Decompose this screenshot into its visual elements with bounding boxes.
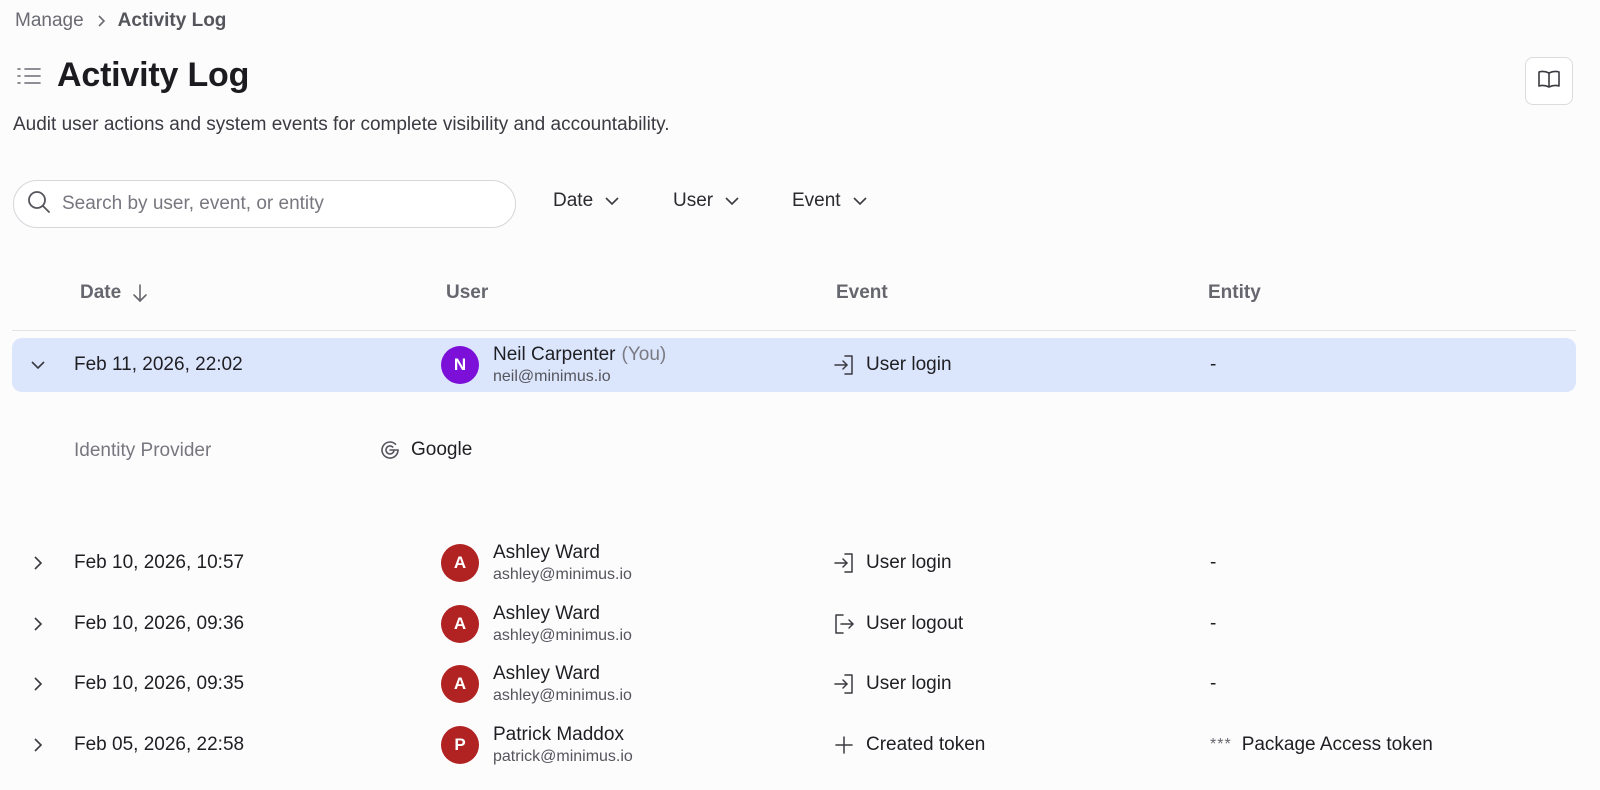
- table-row[interactable]: Feb 10, 2026, 09:35 A Ashley Ward ashley…: [12, 657, 1576, 711]
- breadcrumb: Manage Activity Log: [15, 10, 226, 32]
- row-date: Feb 10, 2026, 09:36: [74, 613, 245, 634]
- chevron-right-icon[interactable]: [27, 657, 49, 711]
- event-filter-label: Event: [792, 190, 841, 211]
- column-header-user: User: [446, 282, 489, 303]
- user-name: Ashley Ward: [493, 603, 600, 624]
- column-header-entity: Entity: [1208, 282, 1261, 303]
- row-date: Feb 11, 2026, 22:02: [74, 354, 243, 375]
- date-filter-dropdown[interactable]: Date: [553, 190, 621, 212]
- user-name: Ashley Ward: [493, 663, 600, 684]
- column-header-date-label: Date: [80, 282, 122, 303]
- row-entity: -: [1210, 673, 1217, 694]
- row-entity: *** Package Access token: [1210, 718, 1433, 772]
- avatar: A: [441, 665, 479, 703]
- chevron-right-icon: [94, 14, 108, 28]
- row-user: A Ashley Ward ashley@minimus.io: [441, 657, 632, 711]
- row-entity: -: [1210, 613, 1217, 634]
- user-name: Neil Carpenter: [493, 344, 616, 365]
- documentation-button[interactable]: [1525, 57, 1573, 105]
- row-event: User login: [832, 338, 952, 392]
- token-mask: ***: [1210, 736, 1232, 753]
- detail-value-identity-provider: Google: [378, 438, 472, 462]
- page-subtitle: Audit user actions and system events for…: [13, 114, 670, 135]
- row-event: User login: [832, 536, 952, 590]
- user-filter-dropdown[interactable]: User: [673, 190, 741, 212]
- chevron-right-icon[interactable]: [27, 597, 49, 651]
- event-label: User logout: [866, 613, 964, 634]
- row-user: A Ashley Ward ashley@minimus.io: [441, 536, 632, 590]
- page-header: Activity Log: [15, 56, 249, 95]
- date-filter-label: Date: [553, 190, 594, 211]
- table-row[interactable]: Feb 10, 2026, 10:57 A Ashley Ward ashley…: [12, 536, 1576, 590]
- chevron-down-icon: [603, 192, 621, 210]
- user-email: ashley@minimus.io: [493, 687, 632, 704]
- entity-label: Package Access token: [1241, 734, 1433, 755]
- event-label: User login: [866, 552, 952, 573]
- avatar: A: [441, 605, 479, 643]
- search-input[interactable]: [60, 192, 484, 216]
- arrow-down-icon: [131, 283, 149, 303]
- table-row[interactable]: Feb 10, 2026, 09:36 A Ashley Ward ashley…: [12, 597, 1576, 651]
- login-icon: [832, 551, 856, 575]
- row-user: P Patrick Maddox patrick@minimus.io: [441, 718, 633, 772]
- list-icon: [15, 62, 43, 90]
- user-you-label: (You): [621, 344, 667, 365]
- chevron-down-icon: [723, 192, 741, 210]
- column-header-date[interactable]: Date: [80, 282, 149, 304]
- breadcrumb-manage-link[interactable]: Manage: [15, 10, 84, 32]
- event-label: Created token: [866, 734, 986, 755]
- breadcrumb-current: Activity Log: [117, 10, 227, 31]
- user-name: Ashley Ward: [493, 542, 600, 563]
- row-event: User login: [832, 657, 952, 711]
- header-divider: [12, 330, 1576, 331]
- row-entity: -: [1210, 354, 1217, 375]
- user-email: ashley@minimus.io: [493, 566, 632, 583]
- row-date: Feb 05, 2026, 22:58: [74, 734, 245, 755]
- google-icon: [378, 438, 402, 462]
- avatar: P: [441, 726, 479, 764]
- row-entity: -: [1210, 552, 1217, 573]
- search-box: [13, 180, 516, 228]
- chevron-right-icon[interactable]: [27, 718, 49, 772]
- row-user: N Neil Carpenter (You) neil@minimus.io: [441, 338, 666, 392]
- login-icon: [832, 353, 856, 377]
- user-filter-label: User: [673, 190, 714, 211]
- user-name: Patrick Maddox: [493, 724, 624, 745]
- avatar: N: [441, 346, 479, 384]
- avatar: A: [441, 544, 479, 582]
- row-date: Feb 10, 2026, 10:57: [74, 552, 245, 573]
- event-filter-dropdown[interactable]: Event: [792, 190, 869, 212]
- chevron-down-icon[interactable]: [27, 338, 49, 392]
- chevron-down-icon: [851, 192, 869, 210]
- row-event: User logout: [832, 597, 963, 651]
- row-date: Feb 10, 2026, 09:35: [74, 673, 245, 694]
- book-icon: [1537, 67, 1561, 96]
- event-label: User login: [866, 673, 952, 694]
- column-header-event: Event: [836, 282, 888, 303]
- user-email: neil@minimus.io: [493, 368, 611, 385]
- search-icon: [26, 189, 52, 220]
- event-label: User login: [866, 354, 952, 375]
- plus-icon: [832, 733, 856, 757]
- chevron-right-icon[interactable]: [27, 536, 49, 590]
- row-event: Created token: [832, 718, 985, 772]
- page-title: Activity Log: [57, 56, 250, 94]
- user-email: ashley@minimus.io: [493, 627, 632, 644]
- table-row[interactable]: Feb 05, 2026, 22:58 P Patrick Maddox pat…: [12, 718, 1576, 772]
- login-icon: [832, 672, 856, 696]
- row-user: A Ashley Ward ashley@minimus.io: [441, 597, 632, 651]
- logout-icon: [832, 612, 856, 636]
- table-row[interactable]: Feb 11, 2026, 22:02 N Neil Carpenter (You…: [12, 338, 1576, 392]
- detail-label-identity-provider: Identity Provider: [74, 440, 212, 461]
- user-email: patrick@minimus.io: [493, 748, 633, 765]
- identity-provider-value: Google: [411, 439, 473, 460]
